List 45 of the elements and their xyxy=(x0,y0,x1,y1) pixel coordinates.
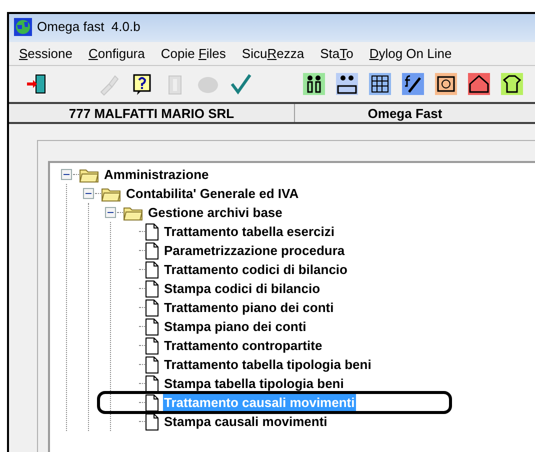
menu-item[interactable]: Sessione xyxy=(19,44,72,64)
tree-item[interactable]: Stampa causali movimenti xyxy=(163,413,328,430)
menu-item[interactable]: Configura xyxy=(88,44,145,64)
document-icon xyxy=(145,260,159,278)
collapse-icon[interactable] xyxy=(61,169,72,180)
document-icon xyxy=(145,356,159,374)
tree-item[interactable]: Contabilita' Generale ed IVA xyxy=(125,185,300,202)
tree-item[interactable]: Trattamento piano dei conti xyxy=(163,299,335,316)
menu-item[interactable]: Copie Files xyxy=(160,44,226,64)
document-icon xyxy=(145,374,159,392)
folder-icon xyxy=(79,166,99,182)
check-icon[interactable] xyxy=(228,72,252,96)
tree-item[interactable]: Amministrazione xyxy=(103,166,210,183)
tree-item[interactable]: Parametrizzazione procedura xyxy=(163,242,346,259)
tree-item[interactable]: Trattamento contropartite xyxy=(163,337,324,354)
document-icon xyxy=(145,394,159,412)
collapse-icon[interactable] xyxy=(105,207,116,218)
document-icon xyxy=(145,412,159,430)
folder-icon xyxy=(101,186,121,202)
shirt-icon[interactable] xyxy=(500,72,524,96)
money-icon[interactable] xyxy=(434,72,458,96)
product-name: Omega Fast xyxy=(366,105,444,122)
people-icon[interactable] xyxy=(302,72,326,96)
company-name: 777 MALFATTI MARIO SRL xyxy=(9,104,295,122)
tree-item[interactable]: Trattamento codici di bilancio xyxy=(163,261,348,278)
folder-icon xyxy=(123,204,143,220)
document-icon xyxy=(145,280,159,298)
tree-item[interactable]: Stampa piano dei conti xyxy=(163,318,308,335)
window-title: Omega fast 4.0.b xyxy=(37,18,140,36)
menu-item[interactable]: Dylog On Line xyxy=(369,44,452,64)
document-icon xyxy=(145,222,159,240)
document-icon xyxy=(145,318,159,336)
tree-item[interactable]: Trattamento tabella esercizi xyxy=(163,223,336,240)
menu-item[interactable]: StaTo xyxy=(320,44,354,64)
collapse-icon[interactable] xyxy=(83,188,94,199)
tree-item[interactable]: Stampa tabella tipologia beni xyxy=(163,375,345,392)
users-desk-icon[interactable] xyxy=(334,72,358,96)
globe-icon xyxy=(13,17,33,37)
document-icon xyxy=(145,298,159,316)
tree-item[interactable]: Trattamento tabella tipologia beni xyxy=(163,356,372,373)
tree-item[interactable]: Gestione archivi base xyxy=(147,204,284,221)
document-icon xyxy=(145,242,159,260)
tree-item[interactable]: Stampa codici di bilancio xyxy=(163,280,322,297)
document-icon xyxy=(145,336,159,354)
menu-item[interactable]: SicuRezza xyxy=(242,44,304,64)
